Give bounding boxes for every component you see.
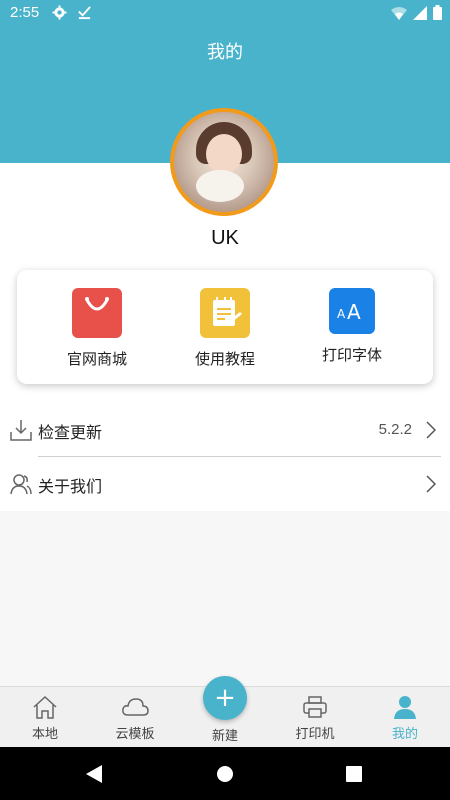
about-us-label: 关于我们 — [38, 477, 103, 496]
printer-icon — [270, 695, 360, 719]
check-update-label: 检查更新 — [38, 423, 103, 442]
shortcut-font-label: 打印字体 — [321, 346, 382, 364]
status-bar: 2:55 — [0, 0, 450, 26]
shortcut-tutorial-label: 使用教程 — [194, 350, 255, 368]
nav-printer-label: 打印机 — [295, 727, 335, 742]
notepad-icon — [200, 288, 250, 338]
username: UK — [211, 227, 239, 249]
page-title: 我的 — [207, 42, 243, 63]
nav-mine[interactable]: 我的 — [360, 695, 450, 742]
font-size-icon: AA — [329, 288, 375, 334]
shortcut-mall[interactable]: 官网商城 — [37, 288, 157, 369]
nav-cloud-label: 云模板 — [115, 727, 155, 742]
download-check-icon — [77, 5, 92, 24]
plus-icon: + — [214, 683, 236, 713]
home-icon — [0, 695, 90, 719]
home-circle-icon[interactable] — [216, 765, 234, 787]
recents-icon[interactable] — [346, 766, 362, 786]
back-icon[interactable] — [86, 765, 102, 787]
shortcut-card: 官网商城 使用教程 AA 打印字体 — [17, 270, 433, 384]
signal-icon — [413, 5, 427, 24]
about-us-row[interactable]: 关于我们 — [0, 457, 450, 511]
status-time: 2:55 — [10, 4, 40, 21]
check-update-row[interactable]: 检查更新 5.2.2 — [0, 403, 450, 457]
chevron-right-icon — [426, 475, 437, 493]
shortcut-tutorial[interactable]: 使用教程 — [165, 288, 285, 369]
settings-list: 检查更新 5.2.2 关于我们 — [0, 403, 450, 511]
download-icon — [10, 418, 32, 442]
svg-text:A: A — [337, 307, 346, 321]
users-icon — [10, 472, 32, 496]
system-nav-bar — [0, 747, 450, 800]
cloud-icon — [90, 695, 180, 719]
chevron-right-icon — [426, 421, 437, 439]
version-value: 5.2.2 — [378, 421, 412, 438]
gear-icon — [52, 5, 67, 24]
avatar[interactable] — [170, 108, 278, 216]
nav-new-label: 新建 — [211, 729, 238, 744]
nav-mine-label: 我的 — [391, 727, 418, 742]
svg-text:A: A — [347, 300, 361, 324]
shortcut-font[interactable]: AA 打印字体 — [292, 288, 412, 365]
nav-cloud-template[interactable]: 云模板 — [90, 695, 180, 742]
wifi-icon — [391, 6, 407, 24]
shortcut-mall-label: 官网商城 — [66, 350, 127, 368]
battery-icon — [433, 5, 442, 24]
nav-local[interactable]: 本地 — [0, 695, 90, 742]
new-button[interactable]: + — [203, 676, 247, 720]
nav-printer[interactable]: 打印机 — [270, 695, 360, 742]
shopping-bag-icon — [72, 288, 122, 338]
person-icon — [360, 695, 450, 719]
nav-local-label: 本地 — [31, 727, 58, 742]
